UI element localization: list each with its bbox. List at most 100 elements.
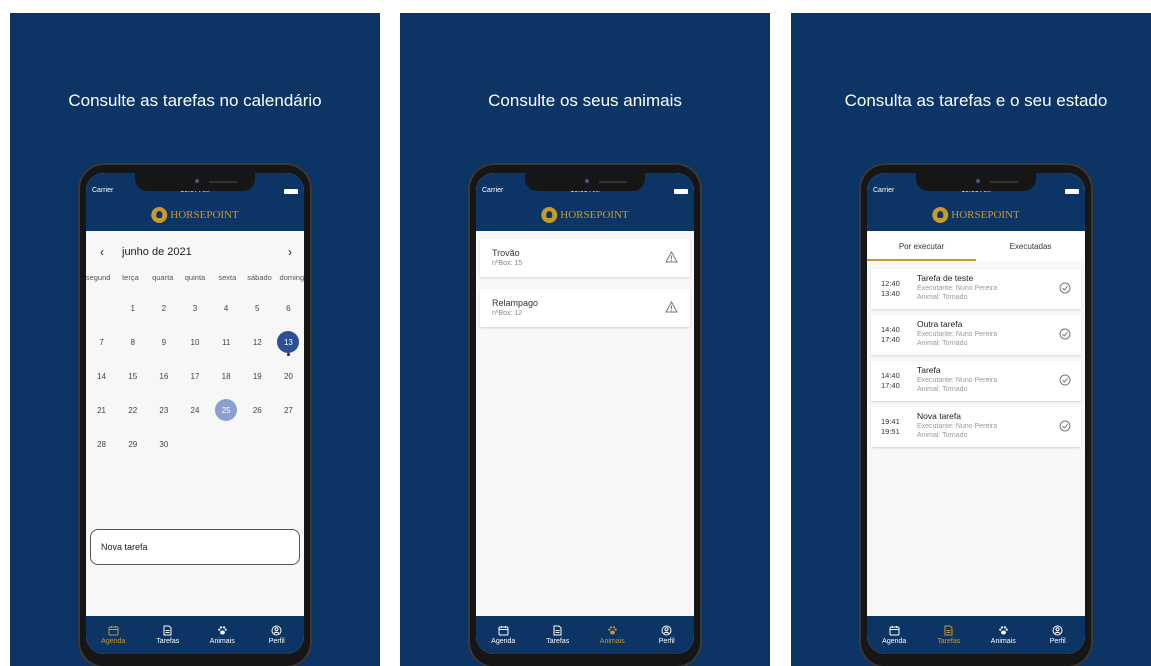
tab-perfil[interactable]: Perfil bbox=[640, 616, 695, 654]
calendar-day[interactable]: 11 bbox=[211, 325, 242, 359]
calendar-day[interactable]: 30 bbox=[148, 427, 179, 461]
chevron-left-icon[interactable]: ‹ bbox=[100, 245, 104, 259]
animal-card[interactable]: Relampago nºBox: 12 bbox=[480, 289, 690, 327]
day-number: 20 bbox=[283, 371, 293, 381]
animal-name: Trovão bbox=[492, 248, 520, 258]
animal-box: nºBox: 12 bbox=[492, 310, 523, 317]
tab-tarefas[interactable]: Tarefas bbox=[531, 616, 586, 654]
task-card[interactable]: 19:41 19:51 Nova tarefa Executante: Nuno Pe… bbox=[871, 407, 1081, 447]
calendar-day[interactable]: 5 bbox=[242, 291, 273, 325]
chevron-right-icon[interactable]: › bbox=[288, 245, 292, 259]
tab-tarefas[interactable]: Tarefas bbox=[141, 616, 196, 654]
calendar-day[interactable]: 15 bbox=[117, 359, 148, 393]
check-circle-icon[interactable] bbox=[1059, 374, 1071, 386]
warning-icon[interactable] bbox=[665, 251, 678, 263]
calendar-day[interactable]: 20 bbox=[273, 359, 304, 393]
tab-agenda[interactable]: Agenda bbox=[476, 616, 531, 654]
panel-calendar: Consulte as tarefas no calendário Carrie… bbox=[10, 13, 380, 666]
day-number bbox=[277, 433, 299, 455]
tab-agenda[interactable]: Agenda bbox=[867, 616, 922, 654]
tab-agenda[interactable]: Agenda bbox=[86, 616, 141, 654]
tab-label: Perfil bbox=[268, 638, 285, 645]
task-end-time: 17:40 bbox=[881, 381, 900, 390]
tab-animais[interactable]: Animais bbox=[585, 616, 640, 654]
weekday-label: segund bbox=[86, 273, 111, 282]
day-number: 1 bbox=[130, 303, 135, 313]
check-circle-icon[interactable] bbox=[1059, 420, 1071, 432]
calendar-day[interactable]: 29 bbox=[117, 427, 148, 461]
tasks-view: Por executar Executadas 12:40 13:40 Tarefa… bbox=[867, 231, 1085, 616]
tab-label: Perfil bbox=[1049, 638, 1066, 645]
new-task-button[interactable]: Nova tarefa bbox=[90, 529, 300, 565]
calendar-day[interactable]: 21 bbox=[86, 393, 117, 427]
task-card[interactable]: 12:40 13:40 Tarefa de teste Executante: Nun… bbox=[871, 269, 1081, 309]
calendar-day[interactable]: 6 bbox=[273, 291, 304, 325]
calendar-day[interactable]: 3 bbox=[179, 291, 210, 325]
tab-bar: Agenda Tarefas Animais Perfil bbox=[867, 616, 1085, 654]
tab-bar: Agenda Tarefas Animais Perfil bbox=[476, 616, 694, 654]
tab-por-executar[interactable]: Por executar bbox=[867, 231, 976, 261]
panel-animals: Consulte os seus animais Carrier 10:09 A… bbox=[400, 13, 770, 666]
tab-executadas[interactable]: Executadas bbox=[976, 231, 1085, 261]
day-number: 8 bbox=[130, 337, 135, 347]
panel-title: Consulta as tarefas e o seu estado bbox=[844, 91, 1108, 110]
weekday-header: segund terça quarta quinta sexta sábado doming bbox=[86, 273, 304, 282]
day-number: 28 bbox=[97, 439, 107, 449]
weekday-label: doming bbox=[279, 273, 304, 282]
day-number: 22 bbox=[128, 405, 138, 415]
calendar-day[interactable]: 16 bbox=[148, 359, 179, 393]
paw-icon bbox=[607, 625, 618, 636]
tab-animais[interactable]: Animais bbox=[976, 616, 1031, 654]
calendar-day[interactable]: 7 bbox=[86, 325, 117, 359]
day-number: 14 bbox=[97, 371, 107, 381]
profile-icon bbox=[661, 625, 672, 636]
weekday-label: quarta bbox=[152, 273, 174, 282]
task-executor: Executante: Nuno Pereira bbox=[917, 285, 998, 292]
task-card[interactable]: 14:40 17:40 Tarefa Executante: Nuno Pereira… bbox=[871, 361, 1081, 401]
day-number: 9 bbox=[161, 337, 167, 347]
calendar-day[interactable]: 18 bbox=[211, 359, 242, 393]
calendar-day[interactable]: 17 bbox=[179, 359, 210, 393]
tab-tarefas[interactable]: Tarefas bbox=[922, 616, 977, 654]
calendar-empty-cell bbox=[179, 427, 210, 461]
calendar-day[interactable]: 25 bbox=[211, 393, 242, 427]
document-icon bbox=[162, 625, 173, 636]
tab-label: Animais bbox=[209, 638, 235, 645]
tab-label: Agenda bbox=[882, 638, 907, 645]
check-circle-icon[interactable] bbox=[1059, 328, 1071, 340]
calendar-day[interactable]: 28 bbox=[86, 427, 117, 461]
task-start-time: 19:41 bbox=[881, 417, 900, 426]
battery-icon bbox=[674, 189, 688, 194]
tab-label: Perfil bbox=[658, 638, 675, 645]
calendar-day[interactable]: 14 bbox=[86, 359, 117, 393]
calendar-day[interactable]: 1 bbox=[117, 291, 148, 325]
check-circle-icon[interactable] bbox=[1059, 282, 1071, 294]
calendar-day[interactable]: 19 bbox=[242, 359, 273, 393]
calendar-day[interactable]: 2 bbox=[148, 291, 179, 325]
calendar-day[interactable]: 4 bbox=[211, 291, 242, 325]
tab-perfil[interactable]: Perfil bbox=[1031, 616, 1086, 654]
tab-perfil[interactable]: Perfil bbox=[250, 616, 305, 654]
calendar-day[interactable]: 13 bbox=[273, 325, 304, 359]
task-times: 14:40 17:40 bbox=[881, 371, 900, 391]
phone-frame: Carrier 10:09 AM HORSEPOINT Por executar… bbox=[859, 163, 1093, 666]
calendar-day[interactable]: 9 bbox=[148, 325, 179, 359]
calendar-day[interactable]: 10 bbox=[179, 325, 210, 359]
phone-notch bbox=[916, 173, 1036, 191]
calendar-day[interactable]: 26 bbox=[242, 393, 273, 427]
warning-icon[interactable] bbox=[665, 301, 678, 313]
day-number: 6 bbox=[286, 303, 291, 313]
calendar-day[interactable]: 23 bbox=[148, 393, 179, 427]
calendar-day[interactable]: 27 bbox=[273, 393, 304, 427]
day-number: 21 bbox=[97, 405, 107, 415]
calendar-day[interactable]: 22 bbox=[117, 393, 148, 427]
tab-animais[interactable]: Animais bbox=[195, 616, 250, 654]
day-number: 11 bbox=[221, 337, 231, 347]
task-title: Nova tarefa bbox=[917, 411, 961, 421]
phone-notch bbox=[525, 173, 645, 191]
animal-card[interactable]: Trovão nºBox: 15 bbox=[480, 239, 690, 277]
calendar-day[interactable]: 24 bbox=[179, 393, 210, 427]
task-card[interactable]: 14:40 17:40 Outra tarefa Executante: Nuno P… bbox=[871, 315, 1081, 355]
calendar-day[interactable]: 12 bbox=[242, 325, 273, 359]
calendar-day[interactable]: 8 bbox=[117, 325, 148, 359]
